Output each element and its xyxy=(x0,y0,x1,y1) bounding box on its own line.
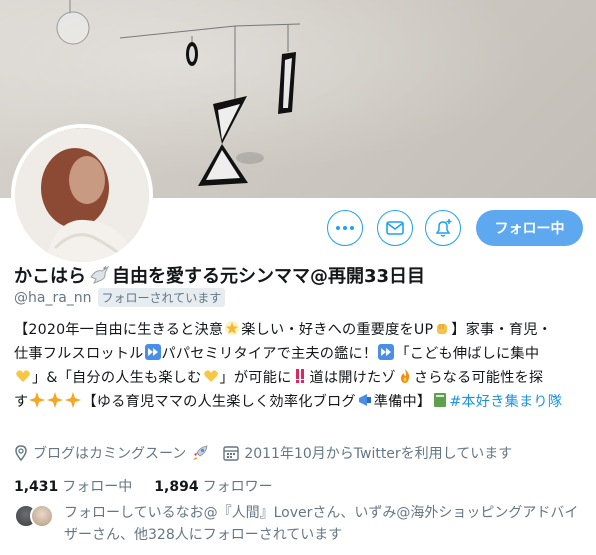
double-exclamation-icon xyxy=(296,369,305,383)
following-label: フォロー中 xyxy=(62,479,133,495)
profile-bio: 【2020年一自由に生きると決意 楽しい・好きへの重要度をUP 】家事・育児・ 仕事… xyxy=(14,318,584,414)
bio-line-4: す 【ゆる育児ママの人生楽しく効率化ブログ 準備中】 #本好き集まり隊 xyxy=(14,390,584,414)
followers-number: 1,894 xyxy=(154,479,199,495)
followers-you-know[interactable]: フォローしているなお@『人間』Loverさん、いずみ@海外ショッピングアドバイザ… xyxy=(14,502,584,546)
bio-text: 楽しい・好きへの重要度をUP xyxy=(241,322,434,338)
join-date-text: 2011年10月からTwitterを利用しています xyxy=(244,446,513,462)
following-count[interactable]: 1,431 フォロー中 xyxy=(14,476,132,496)
green-book-icon xyxy=(434,393,447,407)
profile-meta: ブログはカミングスーン 2011年10月からTwitterを利用しています xyxy=(14,443,526,463)
location-text: ブログはカミングスーン xyxy=(33,446,187,462)
sparkle-icon xyxy=(65,392,82,408)
bio-text: 」&「自分の人生も楽しむ xyxy=(32,370,202,386)
bio-line-1: 【2020年一自由に生きると決意 楽しい・好きへの重要度をUP 】家事・育児・ xyxy=(14,318,584,342)
bio-text: 「こども伸ばしに集中 xyxy=(395,346,540,362)
display-name-rest: 自由を愛する元シンママ@再開33日目 xyxy=(112,266,426,287)
megaphone-icon xyxy=(358,394,371,406)
more-button[interactable] xyxy=(327,210,363,246)
bio-text: パパセミリタイアで主夫の鑑に！ xyxy=(161,346,378,362)
join-date-item: 2011年10月からTwitterを利用しています xyxy=(223,443,512,463)
bio-text: 】家事・育児・ xyxy=(451,322,552,338)
bio-text: さらなる可能性を探 xyxy=(413,370,544,386)
rocket-icon xyxy=(193,445,208,460)
avatar xyxy=(30,504,54,528)
bio-text: 【2020年一自由に生きると決意 xyxy=(14,322,224,338)
profile-avatar[interactable] xyxy=(11,124,153,266)
location-pin-icon xyxy=(15,445,27,461)
sparkle-icon xyxy=(29,392,46,408)
follower-avatars xyxy=(14,504,60,528)
following-number: 1,431 xyxy=(14,479,59,495)
avatar-photo xyxy=(15,128,149,262)
fast-forward-icon xyxy=(144,344,161,360)
direct-message-button[interactable] xyxy=(377,210,413,246)
dove-icon xyxy=(90,265,110,284)
screen-name: @ha_ra_nn xyxy=(14,289,92,306)
bio-text: す xyxy=(14,394,29,410)
follows-you-badge: フォローされています xyxy=(97,288,226,307)
more-icon xyxy=(336,226,354,230)
bio-line-2: 仕事フルスロットル パパセミリタイアで主夫の鑑に！ 「こども伸ばしに集中 xyxy=(14,342,584,366)
hashtag-link[interactable]: #本好き集まり隊 xyxy=(449,394,562,410)
fist-icon xyxy=(437,324,448,334)
followers-count[interactable]: 1,894 フォロワー xyxy=(154,476,272,496)
handle-row: @ha_ra_nn フォローされています xyxy=(14,288,226,307)
bio-text: 」が可能に xyxy=(219,370,292,386)
yellow-heart-icon xyxy=(203,370,218,382)
notifications-button[interactable] xyxy=(425,210,461,246)
mail-icon xyxy=(386,221,404,235)
bio-text: 準備中】 xyxy=(373,394,432,410)
bio-line-3: 」&「自分の人生も楽しむ 」が可能に 道は開けたゾ さらなる可能性を探 xyxy=(14,366,584,390)
location-item: ブログはカミングスーン xyxy=(14,443,209,463)
calendar-icon xyxy=(223,446,240,461)
sparkle-icon xyxy=(47,392,64,408)
bell-plus-icon xyxy=(435,219,452,237)
bio-text: 仕事フルスロットル xyxy=(14,346,144,362)
display-name-first: かこはら xyxy=(14,266,86,287)
fast-forward-icon xyxy=(378,344,395,360)
bio-text: 【ゆる育児ママの人生楽しく効率化ブログ xyxy=(82,394,356,410)
yellow-heart-icon xyxy=(16,370,30,382)
follow-counts: 1,431 フォロー中 1,894 フォロワー xyxy=(14,476,273,496)
display-name: かこはら 自由を愛する元シンママ@再開33日目 xyxy=(14,262,425,288)
following-button[interactable]: フォロー中 xyxy=(476,210,583,246)
bio-text: 道は開けたゾ xyxy=(309,370,396,386)
followers-you-know-text: フォローしているなお@『人間』Loverさん、いずみ@海外ショッピングアドバイザ… xyxy=(64,505,579,543)
dizzy-star-icon xyxy=(225,321,240,335)
fire-icon xyxy=(400,369,409,383)
followers-label: フォロワー xyxy=(202,479,273,495)
